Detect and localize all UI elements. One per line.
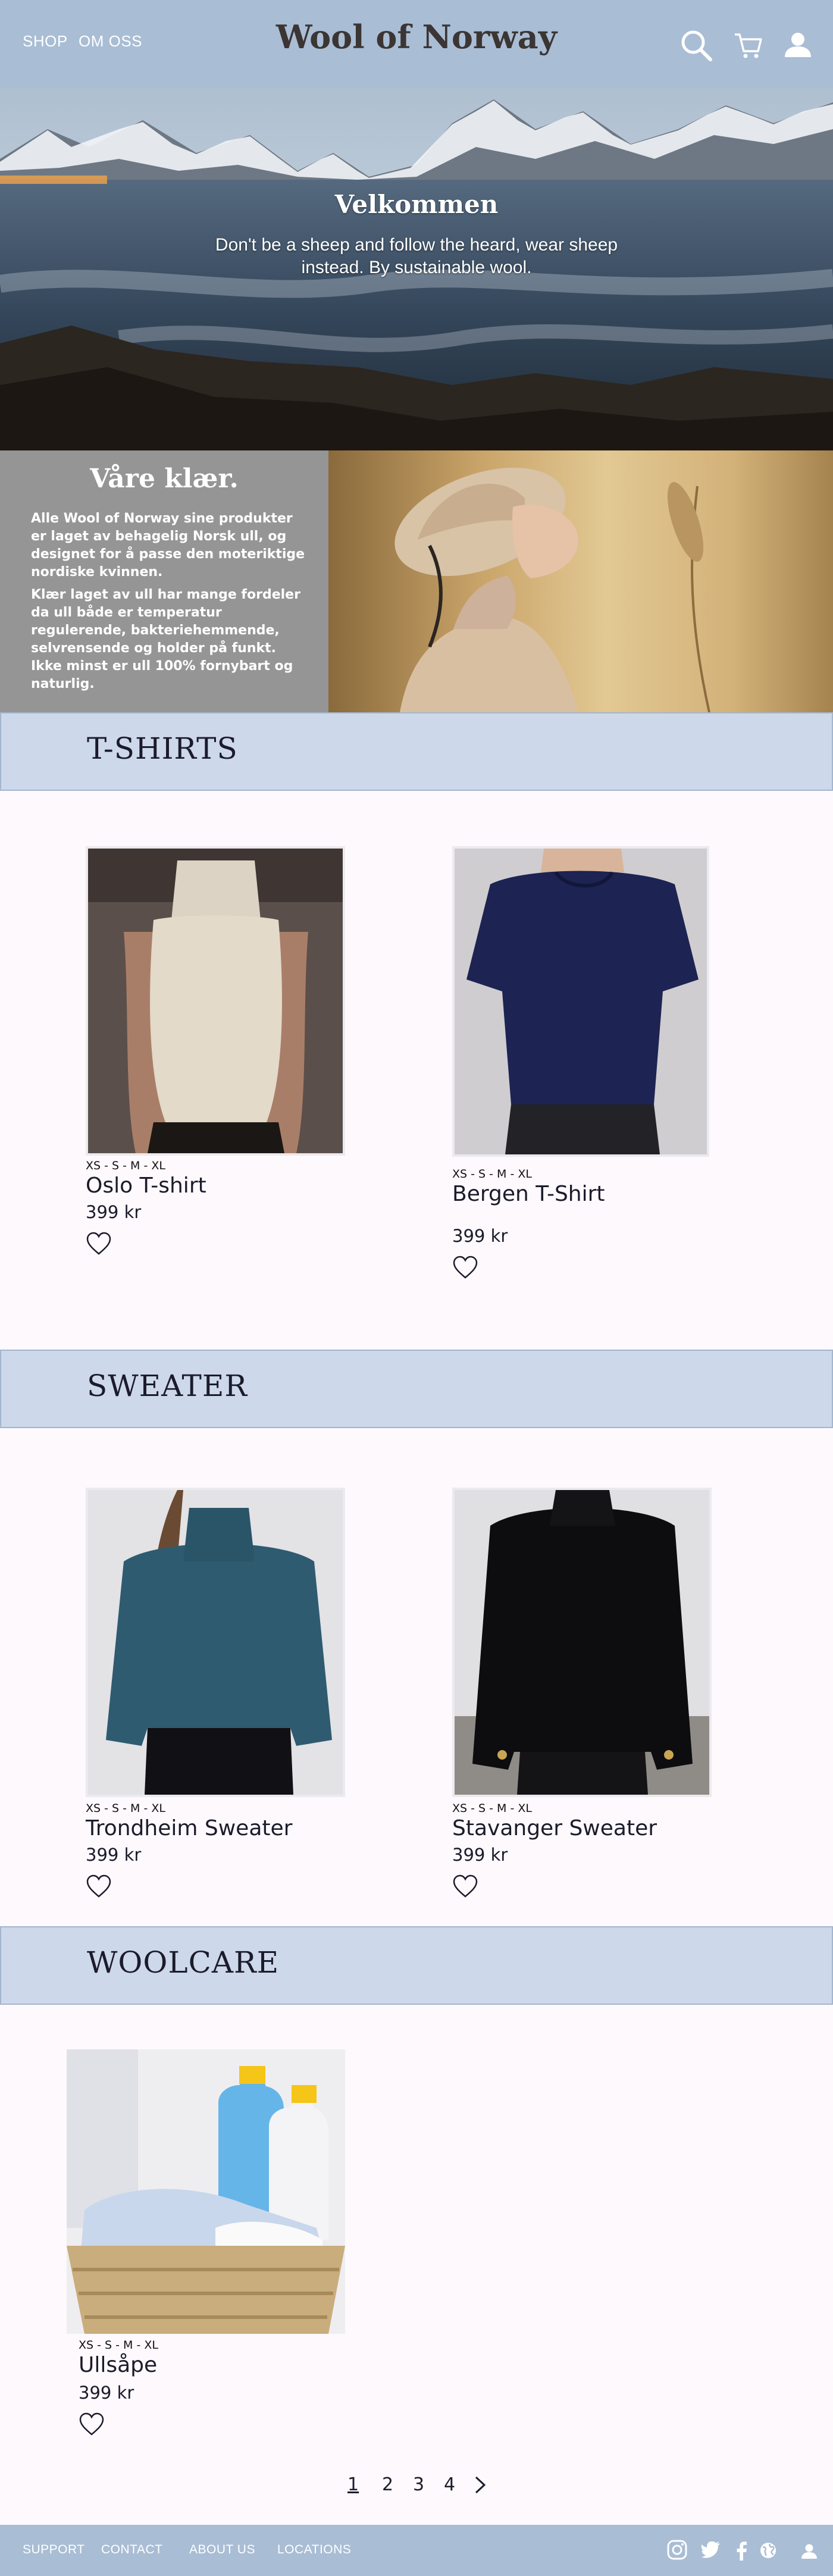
footer-locations-link[interactable]: LOCATIONS [277,2543,351,2557]
product-image-trondheim-sweater[interactable] [86,1488,345,1797]
cart-icon[interactable] [733,31,763,63]
site-footer: SUPPORT CONTACT ABOUT US LOCATIONS [0,2525,833,2576]
product-image-oslo-tshirt[interactable] [86,846,345,1156]
user-icon[interactable] [783,30,813,62]
about-paragraph: Alle Wool of Norway sine produkter er la… [31,511,305,580]
hero-banner: Velkommen Don't be a sheep and follow th… [0,87,833,450]
product-name[interactable]: Stavanger Sweater [452,1816,657,1841]
about-title: Våre klær. [90,464,239,494]
section-title: T-SHIRTS [87,731,238,766]
favorite-heart-icon[interactable] [79,2412,105,2439]
page-link-4[interactable]: 4 [444,2474,455,2495]
favorite-heart-icon[interactable] [452,1874,478,1901]
favorite-heart-icon[interactable] [86,1874,112,1901]
product-price: 399 kr [452,1845,508,1865]
hero-title: Velkommen [334,190,499,219]
section-header-tshirts: T-SHIRTS [0,712,833,791]
product-price: 399 kr [79,2383,134,2403]
footer-contact-link[interactable]: CONTACT [101,2543,162,2557]
search-icon[interactable] [679,29,713,64]
section-header-woolcare: WOOLCARE [0,1926,833,2005]
product-price: 399 kr [86,1845,142,1865]
hero-tagline: Don't be a sheep and follow the heard, w… [215,235,618,277]
favorite-heart-icon[interactable] [86,1232,112,1258]
product-sizes: XS - S - M - XL [86,1802,165,1815]
page-link-3[interactable]: 3 [413,2474,424,2495]
product-sizes: XS - S - M - XL [86,1159,165,1172]
product-sizes: XS - S - M - XL [452,1802,532,1815]
favorite-heart-icon[interactable] [452,1256,478,1282]
product-price: 399 kr [86,1202,142,1222]
section-title: WOOLCARE [87,1945,280,1980]
product-sizes: XS - S - M - XL [452,1168,532,1181]
product-image-ullsape[interactable] [67,2049,345,2334]
page-link-2[interactable]: 2 [382,2474,393,2495]
woman-in-hat-photo [328,450,833,712]
section-header-sweater: SWEATER [0,1350,833,1428]
page-link-1[interactable]: 1 [347,2474,359,2495]
product-name[interactable]: Ullsåpe [79,2353,157,2377]
about-panel: Våre klær. Alle Wool of Norway sine prod… [0,450,328,712]
twitter-icon[interactable] [701,2541,721,2562]
product-sizes: XS - S - M - XL [79,2339,158,2352]
product-image-stavanger-sweater[interactable] [452,1488,712,1797]
facebook-icon[interactable] [735,2541,747,2563]
section-title: SWEATER [87,1369,248,1403]
footer-about-link[interactable]: ABOUT US [189,2543,255,2557]
product-name[interactable]: Bergen T-Shirt [452,1182,605,1206]
site-header: SHOP OM OSS Wool of Norway [0,0,833,87]
product-name[interactable]: Trondheim Sweater [86,1816,292,1841]
product-image-bergen-tshirt[interactable] [452,846,709,1157]
user-icon[interactable] [801,2543,818,2562]
footer-support-link[interactable]: SUPPORT [23,2543,85,2557]
product-price: 399 kr [452,1226,508,1246]
about-paragraph: Klær laget av ull har mange fordeler da … [31,587,300,691]
chevron-right-icon[interactable] [474,2475,487,2499]
globe-icon[interactable] [759,2541,777,2562]
product-name[interactable]: Oslo T-shirt [86,1173,206,1198]
instagram-icon[interactable] [666,2539,688,2563]
